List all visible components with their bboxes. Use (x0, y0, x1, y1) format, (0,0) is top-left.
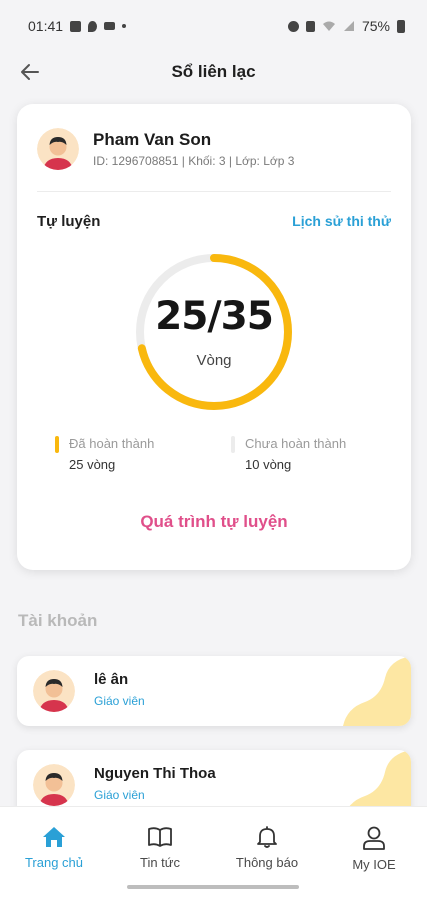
status-left: 01:41 (28, 18, 127, 34)
cloud-icon (104, 22, 116, 30)
practice-label: Tự luyện (37, 213, 101, 230)
account-name: lê ân (94, 671, 129, 688)
legend-incomplete-title: Chưa hoàn thành (245, 436, 347, 451)
app-header: Sổ liên lạc (0, 52, 427, 92)
nav-notifications-label: Thông báo (235, 855, 299, 870)
account-name: Nguyen Thi Thoa (94, 765, 216, 782)
legend-completed-swatch (55, 436, 59, 453)
back-button[interactable] (14, 56, 46, 88)
student-name: Pham Van Son (93, 130, 212, 149)
legend-incomplete: Chưa hoàn thành 10 vòng (231, 436, 346, 472)
student-meta: ID: 1296708851 | Khối: 3 | Lớp: Lớp 3 (93, 154, 295, 168)
location-icon (88, 20, 98, 32)
battery-icon (397, 19, 405, 33)
legend-incomplete-value: 10 vòng (245, 457, 292, 472)
student-info: Pham Van Son ID: 1296708851 | Khối: 3 | … (93, 130, 294, 168)
test-history-link[interactable]: Lịch sử thi thử (292, 213, 391, 229)
accounts-section-title: Tài khoản (18, 611, 98, 630)
avatar-boy-icon (33, 670, 75, 712)
student-row: Pham Van Son ID: 1296708851 | Khối: 3 | … (37, 128, 294, 170)
nav-my-ioe[interactable]: My IOE (324, 825, 424, 872)
student-avatar (37, 128, 79, 170)
account-role: Giáo viên (94, 788, 145, 802)
dot-icon (122, 24, 127, 28)
student-progress-card: Pham Van Son ID: 1296708851 | Khối: 3 | … (17, 104, 411, 570)
status-bar: 01:41 75% (0, 0, 427, 52)
gallery-icon (70, 20, 82, 32)
account-avatar (33, 764, 75, 806)
practice-process-button[interactable]: Quá trình tự luyện (17, 512, 411, 532)
nav-notifications[interactable]: Thông báo (217, 825, 317, 870)
account-card[interactable]: lê ân Giáo viên (17, 656, 411, 726)
avatar-boy-icon (37, 128, 79, 170)
nav-home-label: Trang chủ (24, 855, 84, 870)
legend-completed-value: 25 vòng (69, 457, 116, 472)
progress-count: 25/35 (155, 294, 274, 339)
divider (37, 191, 391, 192)
nav-news-label: Tin tức (139, 855, 180, 870)
user-icon (363, 826, 385, 850)
nav-my-ioe-label: My IOE (352, 857, 396, 872)
wifi-icon (322, 21, 335, 31)
signal-icon (343, 21, 354, 31)
book-icon (148, 827, 172, 847)
bell-icon (257, 826, 277, 848)
account-avatar (33, 670, 75, 712)
progress-unit: Vòng (196, 352, 232, 369)
legend-incomplete-swatch (231, 436, 235, 453)
status-right: 75% (287, 18, 405, 34)
account-role: Giáo viên (94, 694, 145, 708)
legend-completed-title: Đã hoàn thành (69, 436, 155, 451)
decor-blob (343, 656, 411, 726)
mute-icon (305, 20, 315, 32)
home-icon (43, 827, 65, 847)
status-time: 01:41 (28, 18, 64, 34)
home-indicator (127, 885, 299, 889)
progress-ring: 25/35 Vòng (132, 250, 296, 414)
legend-completed: Đã hoàn thành 25 vòng (55, 436, 154, 472)
arrow-left-icon (21, 64, 39, 80)
nav-home[interactable]: Trang chủ (4, 825, 104, 870)
page-title: Sổ liên lạc (171, 62, 256, 81)
nav-news[interactable]: Tin tức (110, 825, 210, 870)
avatar-boy-icon (33, 764, 75, 806)
alarm-icon (287, 20, 299, 32)
battery-percent: 75% (361, 18, 390, 34)
